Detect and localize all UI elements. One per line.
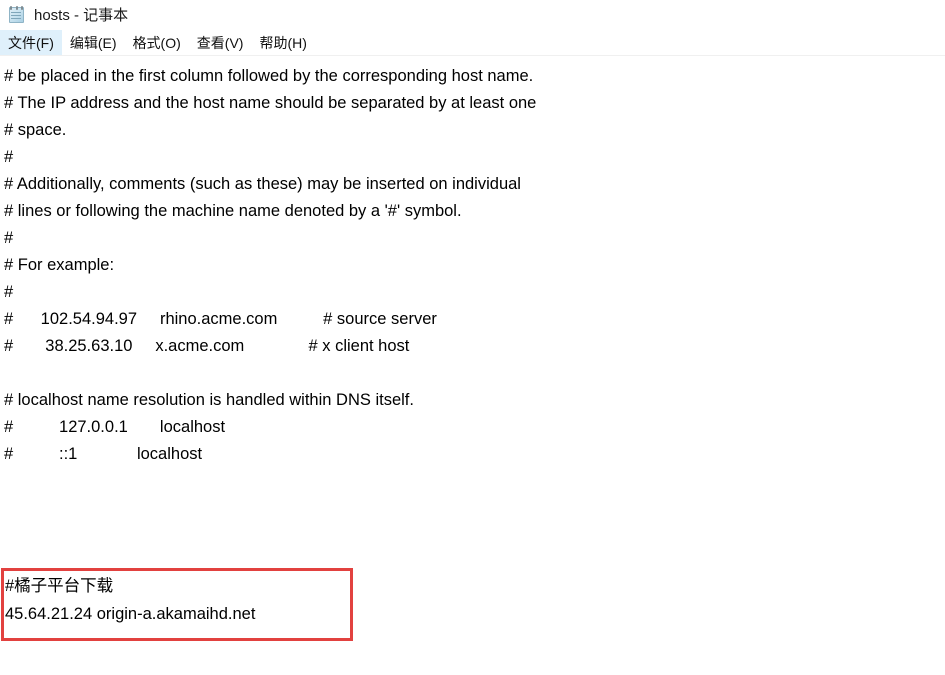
- document-line: # 38.25.63.10 x.acme.com # x client host: [4, 337, 410, 355]
- document-line: #: [4, 229, 14, 247]
- document-line: #: [4, 283, 14, 301]
- document-line: #: [4, 148, 14, 166]
- menu-item-help[interactable]: 帮助(H): [251, 30, 314, 55]
- menu-item-view-label: 查看(V): [196, 34, 244, 51]
- menu-item-format[interactable]: 格式(O): [125, 30, 189, 55]
- menu-item-view[interactable]: 查看(V): [189, 30, 252, 55]
- menu-item-format-label: 格式(O): [132, 34, 181, 51]
- document-line: # localhost name resolution is handled w…: [4, 391, 414, 409]
- document-line: # 127.0.0.1 localhost: [4, 418, 226, 436]
- document-line: # space.: [4, 121, 67, 139]
- document-line: # Additionally, comments (such as these)…: [4, 175, 521, 193]
- window-titlebar: hosts - 记事本: [0, 0, 945, 30]
- menu-item-file-label: 文件(F): [8, 34, 54, 51]
- document-line: # lines or following the machine name de…: [4, 202, 462, 220]
- menu-item-edit-label: 编辑(E): [69, 34, 117, 51]
- document-line-blank: [4, 468, 945, 495]
- document-line-blank: [4, 522, 945, 549]
- annotated-host-line: 45.64.21.24 origin-a.akamaihd.net: [5, 605, 256, 623]
- document-line-blank: [4, 360, 945, 387]
- document-line-blank: [4, 495, 945, 522]
- document-line: # be placed in the first column followed…: [4, 67, 534, 85]
- window-title: hosts - 记事本: [34, 6, 129, 24]
- menu-item-help-label: 帮助(H): [259, 34, 307, 51]
- document-line: # ::1 localhost: [4, 445, 203, 463]
- document-line: # The IP address and the host name shoul…: [4, 94, 537, 112]
- notepad-icon: [8, 6, 26, 24]
- menu-item-file[interactable]: 文件(F): [0, 30, 62, 55]
- menu-item-edit[interactable]: 编辑(E): [62, 30, 125, 55]
- document-line: # For example:: [4, 256, 115, 274]
- annotated-comment-line: #橘子平台下载: [5, 577, 114, 595]
- menu-bar: 文件(F) 编辑(E) 格式(O) 查看(V) 帮助(H): [0, 30, 945, 56]
- document-line: # 102.54.94.97 rhino.acme.com # source s…: [4, 310, 437, 328]
- annotated-host-entry[interactable]: #橘子平台下载 45.64.21.24 origin-a.akamaihd.ne…: [5, 572, 350, 628]
